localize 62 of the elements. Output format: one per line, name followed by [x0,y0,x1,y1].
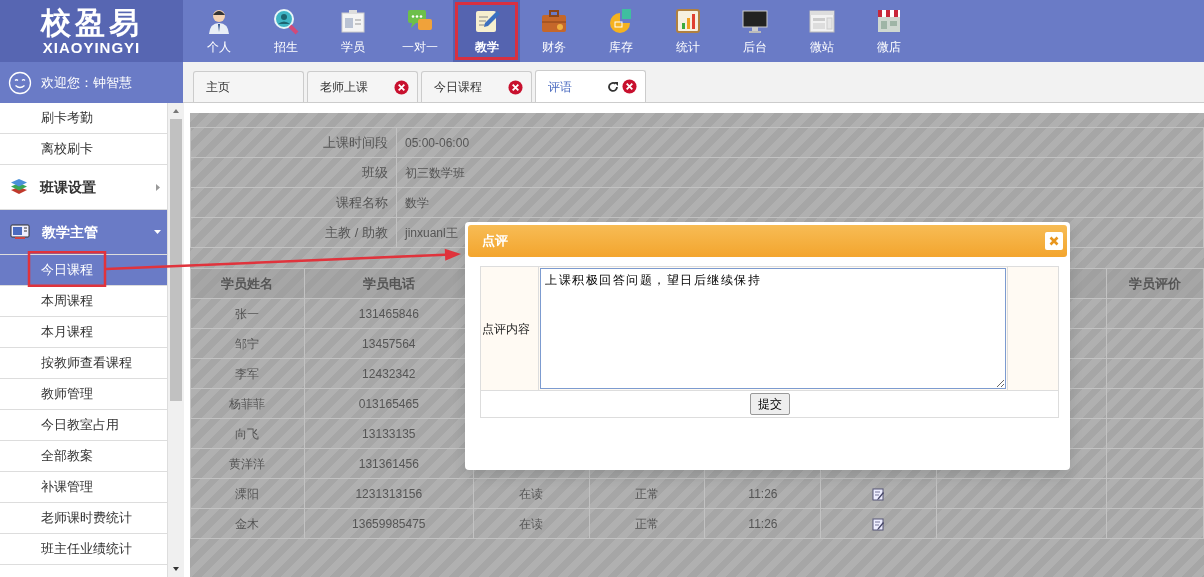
tab[interactable]: 评语 [548,77,572,96]
refresh-icon[interactable] [607,80,619,93]
close-icon[interactable] [394,79,409,95]
field-value: 05:00-06:00 [396,127,1204,158]
close-icon [1049,236,1059,246]
nav-button[interactable]: 一对一 [386,0,453,62]
logo-subtitle: XIAOYINGYI [41,40,142,56]
field-label: 主教 / 助教 [190,217,397,248]
monitor-icon [10,223,30,241]
table-cell: 张一 [190,298,305,329]
table-cell: 黄洋洋 [190,448,305,479]
table-cell: 13659985475 [304,508,474,539]
table-cell: 正常 [589,478,705,509]
table-cell: 邹宁 [190,328,305,359]
column-header: 学员评价 [1106,268,1204,299]
welcome-text: 欢迎您：钟智慧 [41,73,132,92]
edit-icon[interactable] [872,487,886,501]
nav-button[interactable]: 微店 [855,0,922,62]
close-icon[interactable] [508,79,523,95]
edit-icon[interactable] [872,517,886,531]
smiley-icon [8,70,32,95]
table-cell: 杨菲菲 [190,388,305,419]
close-icon[interactable] [622,79,637,94]
scrollbar[interactable] [168,103,184,577]
caret-icon [154,229,161,235]
dialog-title: 点评 [482,232,508,251]
comment-field[interactable]: 上课积极回答问题，望日后继续保持 [540,268,1006,389]
table-cell: 金木 [190,508,305,539]
field-label: 上课时间段 [190,127,397,158]
submit-button[interactable]: 提交 [749,393,790,415]
nav-button[interactable]: 微站 [788,0,855,62]
table-cell: 11:26 [704,478,821,509]
bar-chart-icon [673,6,702,35]
field-label: 课程名称 [190,187,397,218]
field-label: 点评内容 [480,266,539,391]
nav-button[interactable]: 财务 [520,0,587,62]
table-cell: 向飞 [190,418,305,449]
layers-icon [10,178,28,196]
nav-button[interactable]: 个人 [185,0,252,62]
tab[interactable]: 主页 [206,78,230,96]
table-cell: 1231313156 [304,478,474,509]
sidebar-item[interactable]: 今日课程 [0,255,167,286]
field-label: 班级 [190,157,397,188]
field-value: 初三数学班 [396,157,1204,188]
column-header: 学员姓名 [190,268,305,299]
table-cell: 正常 [589,508,705,539]
nav-button[interactable]: 统计 [654,0,721,62]
nav-button[interactable]: 后台 [721,0,788,62]
nav-button[interactable]: 招生 [252,0,319,62]
table-cell: 溧阳 [190,478,305,509]
sidebar-group[interactable]: 教学主管 [0,210,167,255]
table-cell: 在读 [473,508,590,539]
nav-button[interactable]: 学员 [319,0,386,62]
nav-button[interactable]: 教学 [453,0,520,62]
caret-icon [156,183,161,191]
table-cell: 在读 [473,478,590,509]
table-cell: 李军 [190,358,305,389]
table-cell: 11:26 [704,508,821,539]
logo-title: 校盈易 [39,6,144,40]
nav-button[interactable]: 库存 [587,0,654,62]
magnifier-icon [271,6,300,35]
field-value: 数学 [396,187,1204,218]
